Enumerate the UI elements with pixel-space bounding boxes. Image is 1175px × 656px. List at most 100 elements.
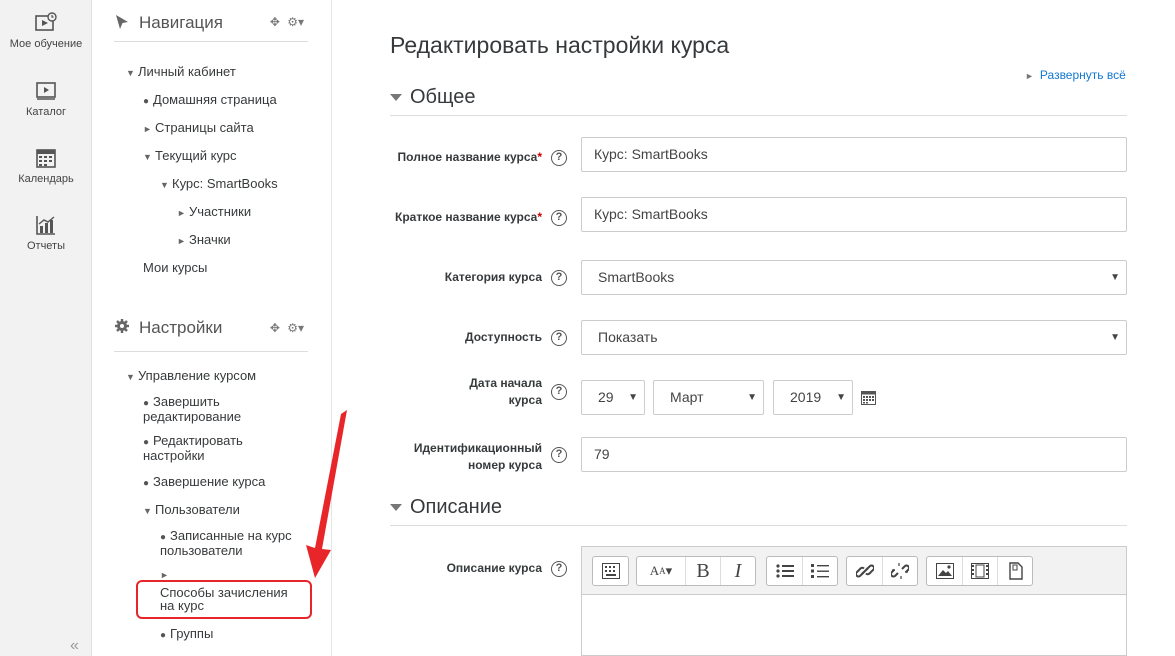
show-more-buttons-icon[interactable] bbox=[593, 557, 628, 585]
settings-users[interactable]: ▼ Пользователи bbox=[143, 503, 240, 518]
settings-groups[interactable]: ● Группы bbox=[160, 627, 213, 642]
bullet-icon: ● bbox=[143, 96, 150, 107]
editor-content-area[interactable] bbox=[582, 595, 1126, 655]
reports-icon bbox=[36, 216, 55, 235]
ordered-list-icon[interactable] bbox=[802, 557, 837, 585]
calendar-icon[interactable] bbox=[861, 390, 876, 405]
bullet-icon: ● bbox=[160, 630, 167, 641]
block-tools[interactable]: ✥ ⚙▾ bbox=[270, 321, 304, 335]
bullet-icon: ● bbox=[143, 478, 150, 489]
dropdown-arrow-icon: ▼ bbox=[836, 392, 846, 403]
idnumber-input[interactable]: 79 bbox=[581, 437, 1127, 472]
navigation-block-header: Навигация ✥ ⚙▾ bbox=[114, 2, 308, 42]
section-description-title: Описание bbox=[410, 496, 503, 518]
nav-dashboard[interactable]: ▼ Личный кабинет bbox=[126, 65, 236, 80]
toolbar-group bbox=[926, 556, 1033, 586]
help-icon[interactable]: ? bbox=[551, 210, 567, 226]
nav-badges[interactable]: ► Значки bbox=[177, 233, 231, 248]
help-icon[interactable]: ? bbox=[551, 150, 567, 166]
editor-toolbar: A A ▾ B I bbox=[582, 547, 1126, 595]
highlight-box bbox=[136, 580, 312, 619]
unlink-icon[interactable] bbox=[882, 557, 917, 585]
toolbar-group: A A ▾ B I bbox=[636, 556, 756, 586]
unordered-list-icon[interactable] bbox=[767, 557, 802, 585]
shortname-input[interactable]: Курс: SmartBooks bbox=[581, 197, 1127, 232]
collapsed-caret-icon: ► bbox=[177, 208, 186, 218]
paragraph-styles-icon[interactable]: A A ▾ bbox=[637, 557, 685, 585]
rail-item-reports[interactable]: Отчеты bbox=[0, 214, 92, 252]
rail-item-calendar[interactable]: Календарь bbox=[0, 147, 92, 185]
dropdown-arrow-icon: ▼ bbox=[1110, 272, 1120, 283]
startdate-day-select[interactable]: 29 ▼ bbox=[581, 380, 645, 415]
toolbar-group bbox=[846, 556, 918, 586]
block-tools[interactable]: ✥ ⚙▾ bbox=[270, 15, 304, 29]
nav-site-pages[interactable]: ► Страницы сайта bbox=[143, 121, 254, 136]
gear-icon bbox=[115, 319, 129, 333]
settings-edit-settings[interactable]: ● Редактировать настройки bbox=[143, 434, 263, 462]
nav-participants[interactable]: ► Участники bbox=[177, 205, 251, 220]
collapsed-caret-icon: ► bbox=[1025, 71, 1034, 81]
bold-icon[interactable]: B bbox=[685, 557, 720, 585]
expanded-caret-icon bbox=[390, 504, 402, 511]
settings-finish-editing[interactable]: ● Завершить редактирование bbox=[143, 395, 263, 423]
required-icon: * bbox=[537, 150, 542, 164]
section-general-title: Общее bbox=[410, 86, 476, 108]
settings-enrolled-users[interactable]: ● Записанные на курс пользователи bbox=[160, 529, 300, 557]
file-manager-icon[interactable] bbox=[997, 557, 1032, 585]
expanded-caret-icon: ▼ bbox=[143, 152, 152, 162]
dropdown-arrow-icon: ▼ bbox=[628, 392, 638, 403]
startdate-label: Дата начала курса bbox=[469, 376, 542, 407]
gear-icon[interactable]: ⚙▾ bbox=[287, 15, 304, 29]
rail-item-my-learning[interactable]: Мое обучение bbox=[0, 12, 92, 50]
rail-label: Каталог bbox=[26, 106, 66, 118]
expand-all-link[interactable]: ► Развернуть всё bbox=[1025, 68, 1126, 82]
gear-icon[interactable]: ⚙▾ bbox=[287, 321, 304, 335]
rail-label: Календарь bbox=[18, 173, 74, 185]
startdate-year-select[interactable]: 2019 ▼ bbox=[773, 380, 853, 415]
nav-course[interactable]: ▼ Курс: SmartBooks bbox=[160, 177, 278, 192]
rail-label: Отчеты bbox=[26, 240, 66, 252]
collapse-rail-button[interactable]: « bbox=[70, 637, 79, 655]
rail-label: Мое обучение bbox=[9, 38, 83, 50]
help-icon[interactable]: ? bbox=[551, 270, 567, 286]
navigation-block-title: Навигация bbox=[139, 13, 223, 32]
expanded-caret-icon: ▼ bbox=[143, 506, 152, 516]
dropdown-arrow-icon: ▼ bbox=[1110, 332, 1120, 343]
section-general[interactable]: Общее bbox=[390, 84, 1127, 116]
summary-editor[interactable]: A A ▾ B I bbox=[581, 546, 1127, 656]
help-icon[interactable]: ? bbox=[551, 384, 567, 400]
toolbar-group bbox=[592, 556, 629, 586]
category-select[interactable]: SmartBooks ▼ bbox=[581, 260, 1127, 295]
settings-course-completion[interactable]: ● Завершение курса bbox=[143, 475, 265, 490]
help-icon[interactable]: ? bbox=[551, 447, 567, 463]
help-icon[interactable]: ? bbox=[551, 330, 567, 346]
main-content: Редактировать настройки курса ► Развернут… bbox=[332, 0, 1175, 656]
visibility-select[interactable]: Показать ▼ bbox=[581, 320, 1127, 355]
settings-course-admin[interactable]: ▼ Управление курсом bbox=[126, 369, 256, 384]
section-description[interactable]: Описание bbox=[390, 494, 1127, 526]
nav-my-courses[interactable]: Мои курсы bbox=[143, 261, 207, 274]
fullname-input[interactable]: Курс: SmartBooks bbox=[581, 137, 1127, 172]
nav-current-course[interactable]: ▼ Текущий курс bbox=[143, 149, 237, 164]
italic-icon[interactable]: I bbox=[720, 557, 755, 585]
help-icon[interactable]: ? bbox=[551, 561, 567, 577]
image-icon[interactable] bbox=[927, 557, 962, 585]
calendar-icon bbox=[36, 149, 56, 168]
link-icon[interactable] bbox=[847, 557, 882, 585]
media-icon[interactable] bbox=[962, 557, 997, 585]
navigation-arrow-icon bbox=[116, 15, 128, 29]
move-icon[interactable]: ✥ bbox=[270, 15, 280, 29]
expanded-caret-icon: ▼ bbox=[160, 180, 169, 190]
move-icon[interactable]: ✥ bbox=[270, 321, 280, 335]
category-label: Категория курса bbox=[444, 270, 542, 284]
settings-block-title: Настройки bbox=[139, 318, 223, 337]
nav-home[interactable]: ● Домашняя страница bbox=[143, 93, 277, 108]
page-title: Редактировать настройки курса bbox=[390, 32, 730, 58]
expanded-caret-icon: ▼ bbox=[126, 372, 135, 382]
settings-block-header: Настройки ✥ ⚙▾ bbox=[114, 307, 308, 352]
idnumber-label: Идентификационный номер курса bbox=[413, 441, 542, 472]
startdate-month-select[interactable]: Март ▼ bbox=[653, 380, 764, 415]
rail-item-catalog[interactable]: Каталог bbox=[0, 80, 92, 118]
icon-rail: Мое обучение Каталог Календарь Отчеты « bbox=[0, 0, 92, 656]
fullname-label: Полное название курса* bbox=[397, 150, 542, 164]
